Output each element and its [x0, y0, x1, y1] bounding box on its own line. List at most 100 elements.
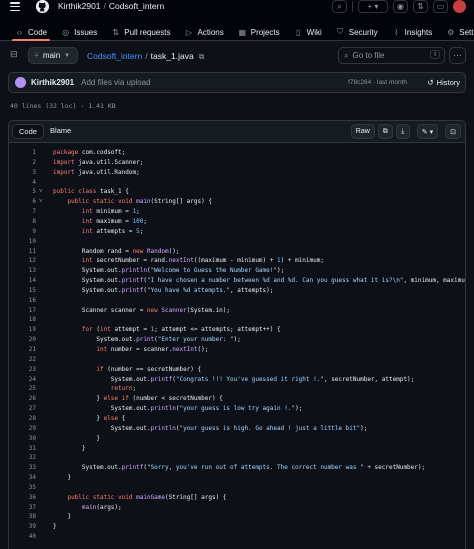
- line-number[interactable]: 28: [9, 415, 36, 422]
- graph-icon: ⌇: [394, 27, 399, 37]
- tab-issues[interactable]: ◎ Issues: [54, 14, 104, 41]
- tab-label: Code: [28, 27, 48, 37]
- avatar[interactable]: [15, 77, 26, 88]
- line-number[interactable]: 6: [9, 198, 36, 205]
- code-line: 34 }: [9, 474, 465, 483]
- line-number[interactable]: 35: [9, 484, 36, 491]
- code-line: 9 int attempts = 5;: [9, 228, 465, 237]
- more-options-icon[interactable]: ⋯: [449, 47, 466, 64]
- line-number[interactable]: 31: [9, 445, 36, 452]
- line-number[interactable]: 29: [9, 425, 36, 432]
- github-logo-icon[interactable]: [36, 0, 49, 13]
- line-number[interactable]: 22: [9, 356, 36, 363]
- line-number[interactable]: 9: [9, 228, 36, 235]
- line-number[interactable]: 34: [9, 474, 36, 481]
- tab-projects[interactable]: ▦ Projects: [231, 14, 287, 41]
- line-number[interactable]: 20: [9, 336, 36, 343]
- view-toggle: Code Blame: [12, 124, 77, 139]
- code-text: public static void mainGame(String[] arg…: [67, 493, 227, 501]
- create-new-button[interactable]: + ▾: [358, 0, 388, 13]
- pull-request-icon[interactable]: ⇅: [413, 0, 428, 13]
- copy-icon[interactable]: ⧉: [377, 124, 393, 139]
- tab-settings[interactable]: ⚙ Settings: [439, 14, 474, 41]
- line-number[interactable]: 11: [9, 248, 36, 255]
- tab-code[interactable]: ‹› Code: [8, 14, 54, 41]
- line-number[interactable]: 8: [9, 218, 36, 225]
- line-number[interactable]: 4: [9, 179, 36, 186]
- line-number[interactable]: 5: [9, 188, 36, 195]
- tab-label: Insights: [404, 27, 433, 37]
- tab-label: Issues: [74, 27, 98, 37]
- tab-wiki[interactable]: ▯ Wiki: [287, 14, 329, 41]
- search-icon[interactable]: ⌕: [332, 0, 347, 13]
- avatar[interactable]: [453, 0, 466, 13]
- symbols-panel-icon[interactable]: ⊡: [445, 124, 461, 139]
- go-to-file-input[interactable]: ⌕ Go to file t: [338, 47, 445, 64]
- edit-icon[interactable]: ✎ ▾: [416, 124, 439, 139]
- line-number[interactable]: 23: [9, 366, 36, 373]
- commit-message[interactable]: Add files via upload: [81, 78, 150, 87]
- code-line: 25 return;: [9, 385, 465, 394]
- line-number[interactable]: 25: [9, 385, 36, 392]
- code-line: 33 System.out.printf("Sorry, you've run …: [9, 464, 465, 473]
- line-number[interactable]: 39: [9, 523, 36, 530]
- copy-icon[interactable]: ⧉: [199, 52, 205, 61]
- line-number[interactable]: 12: [9, 257, 36, 264]
- menu-icon[interactable]: [10, 2, 20, 11]
- tab-pull-requests[interactable]: ⇅ Pull requests: [104, 14, 177, 41]
- fold-chevron-icon[interactable]: ˅: [39, 198, 43, 205]
- inbox-icon[interactable]: ▭: [433, 0, 448, 13]
- tab-code-view[interactable]: Code: [12, 124, 44, 139]
- sidebar-toggle-icon[interactable]: ⊟: [10, 49, 22, 61]
- code-viewer: Code Blame Raw ⧉ ⤓ ✎ ▾ ⊡ 1 package com.co…: [8, 120, 466, 549]
- owner-link[interactable]: Kirthik2901: [58, 1, 101, 11]
- line-number[interactable]: 37: [9, 504, 36, 511]
- line-number[interactable]: 33: [9, 464, 36, 471]
- line-number[interactable]: 13: [9, 267, 36, 274]
- code-text: import java.util.Random;: [53, 168, 140, 176]
- line-number[interactable]: 38: [9, 513, 36, 520]
- issues-icon: ◎: [62, 27, 70, 37]
- tab-insights[interactable]: ⌇ Insights: [385, 14, 440, 41]
- line-number[interactable]: 26: [9, 395, 36, 402]
- line-number[interactable]: 27: [9, 405, 36, 412]
- branch-selector[interactable]: ⑂ main ▼: [28, 47, 78, 64]
- line-number[interactable]: 40: [9, 533, 36, 540]
- line-number[interactable]: 7: [9, 208, 36, 215]
- line-number[interactable]: 19: [9, 326, 36, 333]
- line-number[interactable]: 36: [9, 494, 36, 501]
- code-line: 4: [9, 179, 465, 188]
- code-line: 24 System.out.printf("Congrats !!! You'v…: [9, 376, 465, 385]
- line-number[interactable]: 1: [9, 149, 36, 156]
- line-number[interactable]: 24: [9, 376, 36, 383]
- commit-author[interactable]: Kirthik2901: [31, 78, 74, 87]
- raw-button[interactable]: Raw: [350, 124, 375, 139]
- tab-blame-view[interactable]: Blame: [44, 124, 77, 139]
- issues-icon[interactable]: ◉: [393, 0, 408, 13]
- fold-chevron-icon[interactable]: ˅: [39, 188, 43, 195]
- line-number[interactable]: 10: [9, 238, 36, 245]
- tab-label: Pull requests: [124, 27, 171, 37]
- code-text: int minimum = 1;: [81, 208, 140, 216]
- line-number[interactable]: 14: [9, 277, 36, 284]
- download-icon[interactable]: ⤓: [395, 124, 410, 139]
- line-number[interactable]: 2: [9, 159, 36, 166]
- code-line: 7 int minimum = 1;: [9, 208, 465, 217]
- commit-hash[interactable]: f78c264: [348, 79, 371, 86]
- line-number[interactable]: 21: [9, 346, 36, 353]
- history-button[interactable]: ↺ History: [427, 75, 460, 90]
- tab-actions[interactable]: ▷ Actions: [178, 14, 231, 41]
- go-to-file-placeholder: Go to file: [352, 51, 385, 60]
- line-number[interactable]: 18: [9, 316, 36, 323]
- repo-link[interactable]: Codsoft_intern: [109, 1, 164, 11]
- line-number[interactable]: 15: [9, 287, 36, 294]
- line-number[interactable]: 16: [9, 297, 36, 304]
- line-number[interactable]: 30: [9, 435, 36, 442]
- line-number[interactable]: 17: [9, 307, 36, 314]
- line-number[interactable]: 32: [9, 454, 36, 461]
- repo-path-link[interactable]: Codsoft_intern: [87, 51, 142, 61]
- branch-icon: ⑂: [34, 51, 39, 60]
- tab-security[interactable]: ⛉ Security: [329, 14, 385, 41]
- line-number[interactable]: 3: [9, 169, 36, 176]
- file-name: task_1.java: [150, 51, 194, 61]
